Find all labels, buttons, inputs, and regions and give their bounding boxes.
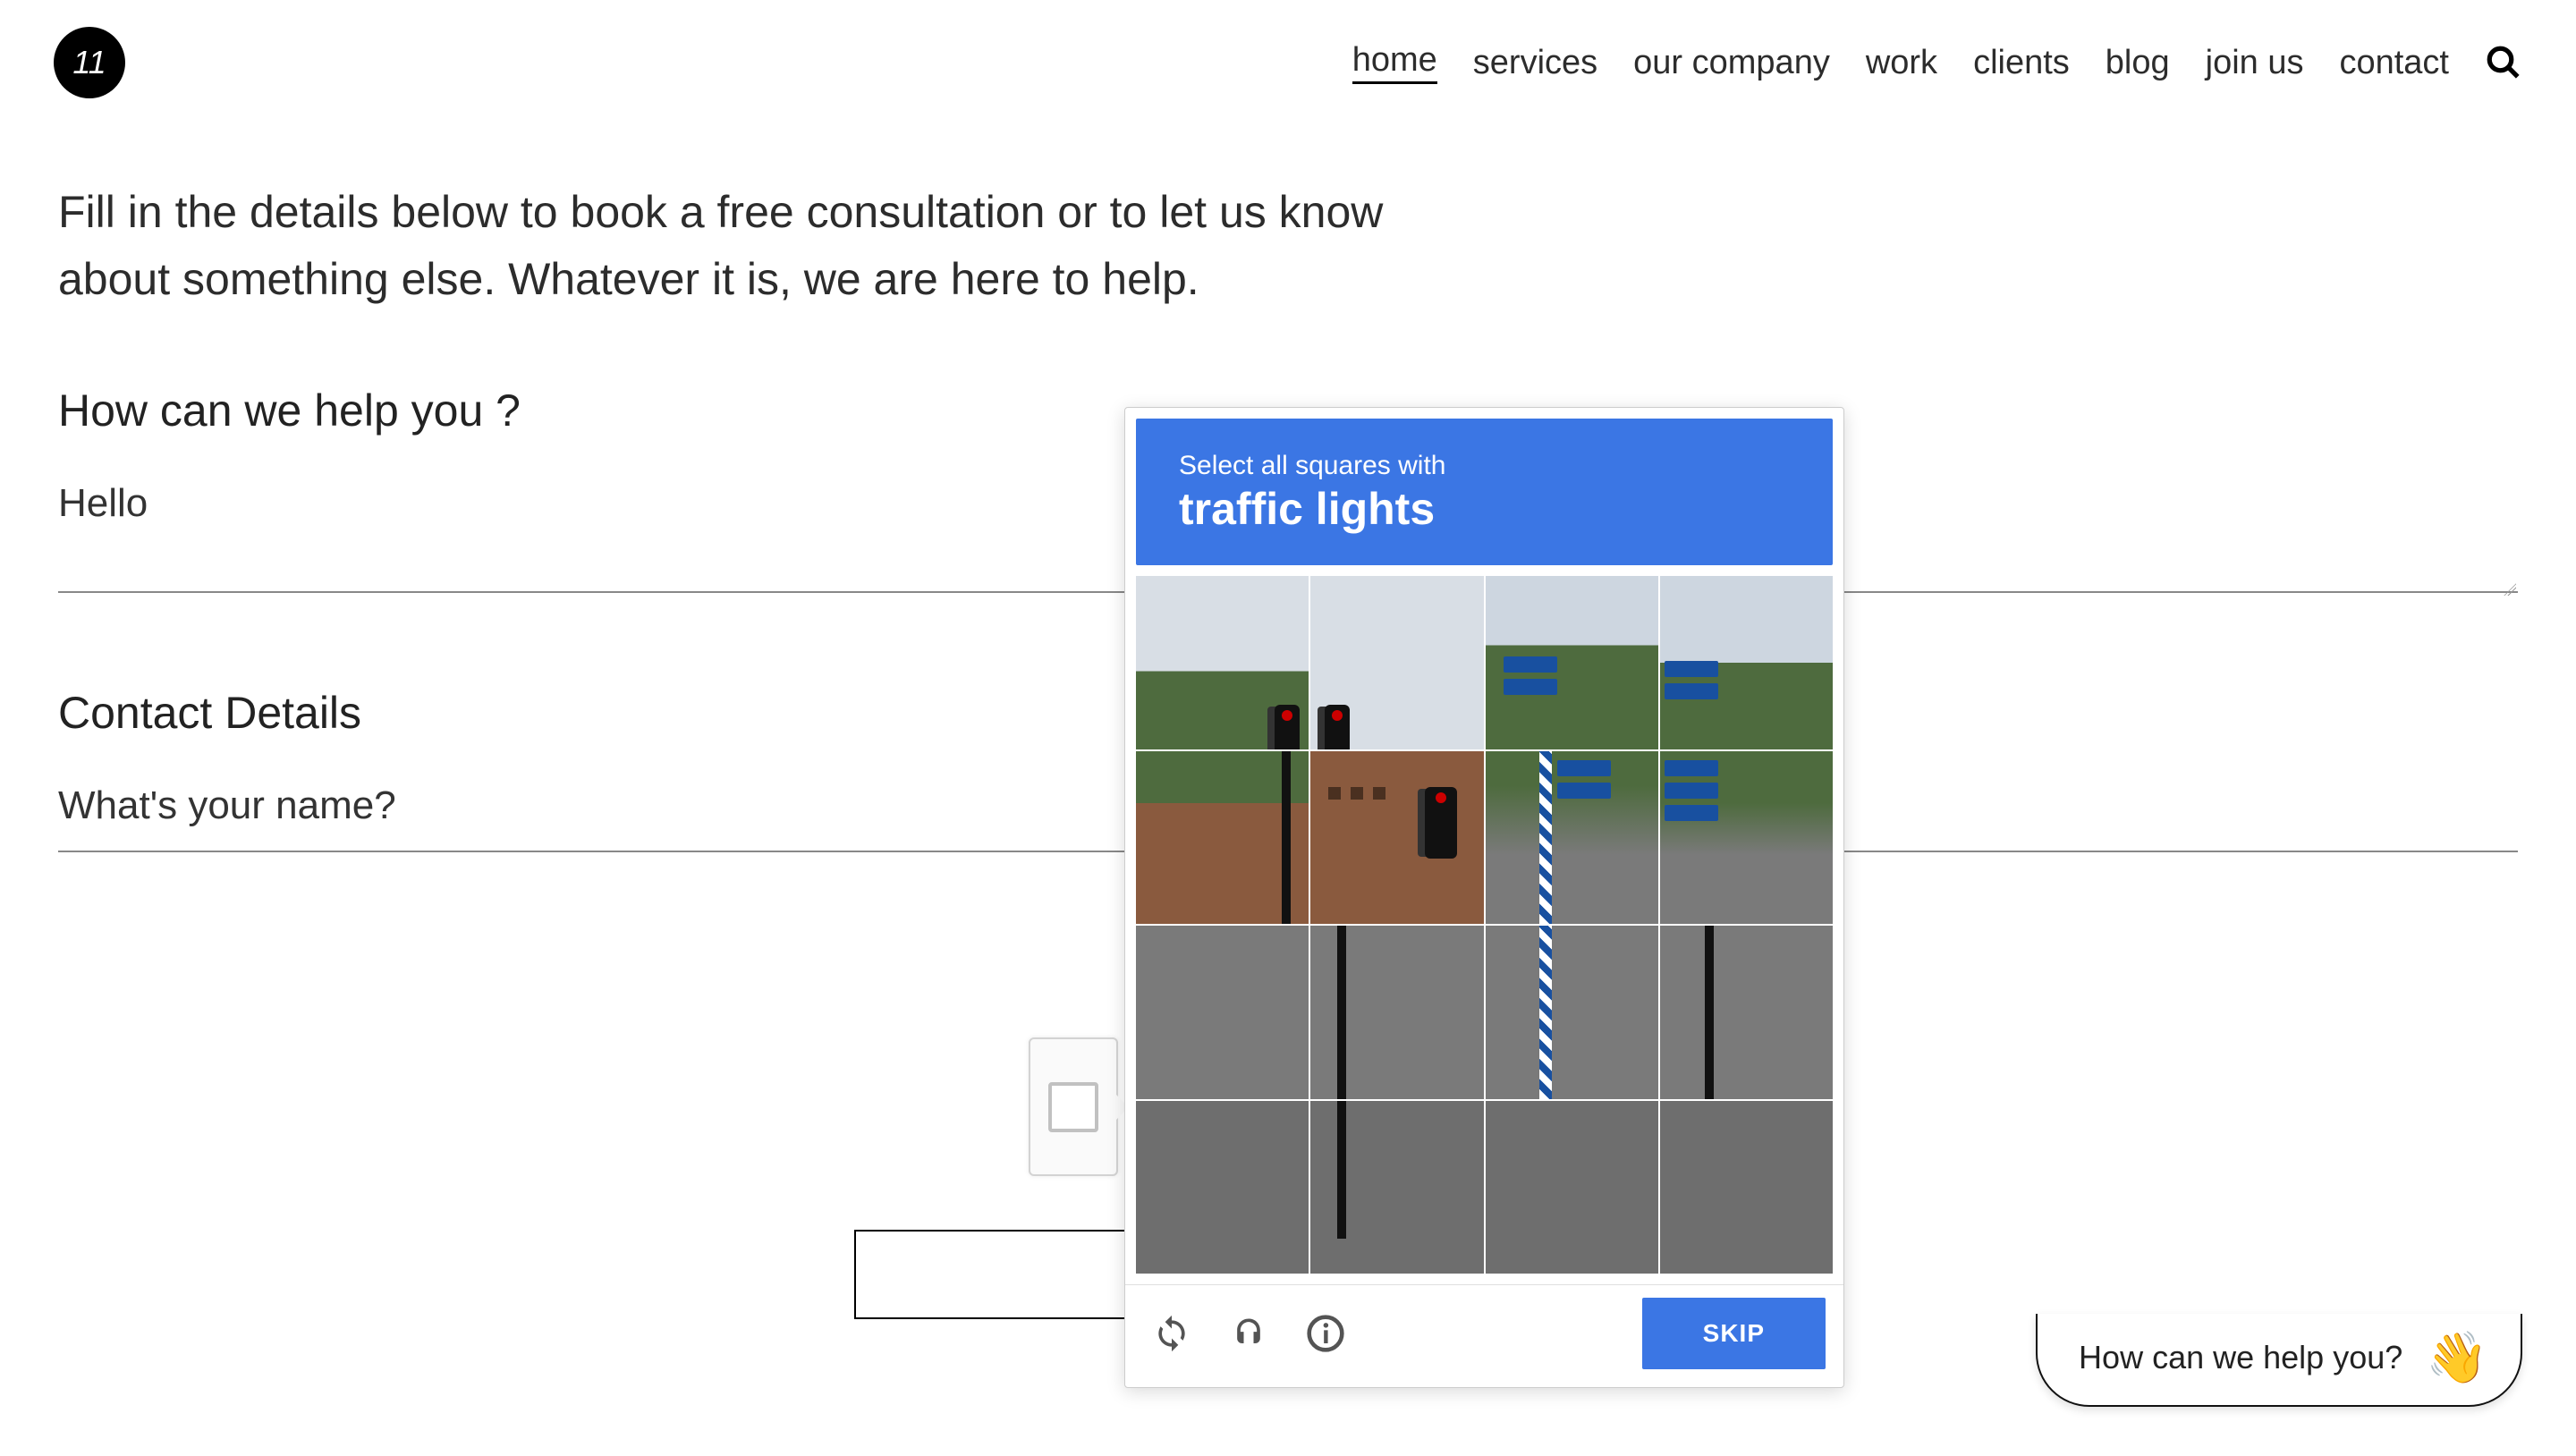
- recaptcha-grid: [1136, 576, 1833, 1274]
- recaptcha-tile-6[interactable]: [1310, 751, 1483, 925]
- recaptcha-footer: SKIP: [1125, 1284, 1843, 1387]
- recaptcha-skip-button[interactable]: SKIP: [1642, 1298, 1826, 1369]
- intro-text: Fill in the details below to book a free…: [58, 179, 1453, 313]
- textarea-resize-handle[interactable]: [2500, 580, 2518, 597]
- recaptcha-instruction: Select all squares with: [1179, 451, 1790, 481]
- recaptcha-challenge: Select all squares with traffic lights: [1124, 407, 1844, 1388]
- nav-work[interactable]: work: [1866, 44, 1937, 82]
- main-nav: home services our company work clients b…: [1352, 41, 2522, 84]
- recaptcha-tile-7[interactable]: [1486, 751, 1658, 925]
- brand-logo[interactable]: 11: [54, 27, 125, 98]
- recaptcha-tile-14[interactable]: [1310, 1101, 1483, 1274]
- recaptcha-tile-1[interactable]: [1136, 576, 1309, 749]
- chat-widget-text: How can we help you?: [2079, 1339, 2402, 1376]
- recaptcha-header: Select all squares with traffic lights: [1136, 419, 1833, 565]
- nav-blog[interactable]: blog: [2106, 44, 2170, 82]
- recaptcha-tile-8[interactable]: [1660, 751, 1833, 925]
- recaptcha-tile-12[interactable]: [1660, 926, 1833, 1099]
- search-icon[interactable]: [2485, 44, 2522, 81]
- nav-our-company[interactable]: our company: [1633, 44, 1830, 82]
- nav-clients[interactable]: clients: [1973, 44, 2070, 82]
- recaptcha-audio-icon[interactable]: [1227, 1312, 1270, 1355]
- recaptcha-tile-15[interactable]: [1486, 1101, 1658, 1274]
- recaptcha-tile-16[interactable]: [1660, 1101, 1833, 1274]
- chat-widget[interactable]: How can we help you? 👋: [2036, 1314, 2522, 1407]
- recaptcha-reload-icon[interactable]: [1150, 1312, 1193, 1355]
- recaptcha-subject: traffic lights: [1179, 483, 1790, 535]
- recaptcha-tile-10[interactable]: [1310, 926, 1483, 1099]
- nav-home[interactable]: home: [1352, 41, 1437, 84]
- recaptcha-checkbox[interactable]: [1048, 1082, 1098, 1132]
- recaptcha-tile-13[interactable]: [1136, 1101, 1309, 1274]
- nav-contact[interactable]: contact: [2339, 44, 2449, 82]
- recaptcha-tile-4[interactable]: [1660, 576, 1833, 749]
- recaptcha-tile-2[interactable]: [1310, 576, 1483, 749]
- recaptcha-tile-9[interactable]: [1136, 926, 1309, 1099]
- recaptcha-tile-5[interactable]: [1136, 751, 1309, 925]
- nav-join-us[interactable]: join us: [2206, 44, 2304, 82]
- recaptcha-tile-11[interactable]: [1486, 926, 1658, 1099]
- brand-logo-text: 11: [72, 44, 106, 81]
- recaptcha-tile-3[interactable]: [1486, 576, 1658, 749]
- submit-button[interactable]: [854, 1230, 1131, 1319]
- wave-emoji-icon: 👋: [2426, 1328, 2488, 1387]
- nav-services[interactable]: services: [1473, 44, 1597, 82]
- recaptcha-info-icon[interactable]: [1304, 1312, 1347, 1355]
- recaptcha-anchor: [1029, 1037, 1118, 1176]
